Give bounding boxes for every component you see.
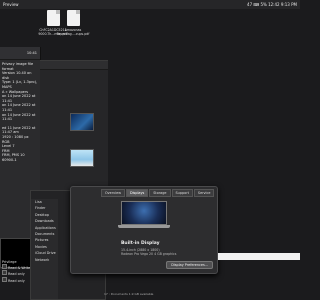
tab-overview[interactable]: Overview bbox=[101, 189, 125, 197]
checkbox[interactable] bbox=[2, 276, 7, 282]
info-window-titlebar[interactable]: 10:41 bbox=[0, 47, 40, 60]
tab-support[interactable]: Support bbox=[171, 189, 193, 197]
finder-sidebar: Lisa Finder Desktop Downloads Applicatio… bbox=[31, 199, 58, 299]
status-area: 47 ⌨ 5% 12:42 9:13 PM bbox=[247, 2, 297, 7]
permissions-list: Privilege Read & Write Read only Read on… bbox=[2, 260, 30, 283]
info-line: Type: 1 (Lv, 1.3pro), MAPS bbox=[2, 80, 38, 89]
sidebar-item[interactable]: Network bbox=[35, 257, 58, 263]
info-body: Privacy image file format Version 10.40 … bbox=[0, 60, 40, 162]
display-title: Built-in Display bbox=[121, 241, 160, 246]
menu-bar: Preview 47 ⌨ 5% 12:42 9:13 PM bbox=[0, 0, 300, 9]
sidebar-item[interactable]: iCloud Drive bbox=[35, 250, 58, 256]
finder-status-bar: 17 : Documents 1.9 GB available bbox=[104, 292, 154, 296]
wallpaper-thumbnail[interactable] bbox=[70, 113, 94, 131]
info-line: Privacy image file format bbox=[2, 62, 34, 71]
permission-label: Read only bbox=[8, 272, 25, 277]
wallpaper-thumbnail[interactable] bbox=[70, 149, 94, 167]
pdf-file-icon bbox=[66, 10, 80, 26]
macbook-icon bbox=[118, 201, 170, 228]
info-line: on 14 June 2022 at 11:41 bbox=[2, 103, 36, 112]
info-line: on 14 June 2022 at 11:41 bbox=[2, 112, 36, 122]
white-panel bbox=[218, 253, 300, 260]
background-window-header[interactable] bbox=[40, 61, 108, 70]
info-line: on 14 June 2022 at 11:41 bbox=[2, 94, 36, 103]
display-graphics: Radeon Pro Vega 20 4 GB graphics bbox=[121, 252, 177, 256]
checkbox[interactable] bbox=[2, 264, 7, 270]
tab-displays[interactable]: Displays bbox=[125, 189, 149, 197]
desktop-file-label: Amazonas Paperbag....cups.pdf bbox=[56, 28, 90, 36]
app-menu-title[interactable]: Preview bbox=[3, 2, 19, 7]
checkbox[interactable] bbox=[2, 270, 7, 276]
desktop-file-2[interactable]: Amazonas Paperbag....cups.pdf bbox=[56, 10, 90, 36]
display-preferences-button[interactable]: Display Preferences... bbox=[166, 261, 213, 269]
tab-storage[interactable]: Storage bbox=[149, 189, 171, 197]
permission-row[interactable]: Read only bbox=[2, 276, 30, 283]
permission-label: Read only bbox=[8, 278, 25, 283]
about-this-mac-window: Overview Displays Storage Support Servic… bbox=[70, 186, 218, 274]
status-items[interactable]: 47 ⌨ 5% 12:42 9:13 PM bbox=[247, 2, 297, 7]
info-line: ed 11 June 2022 at 11:47 am bbox=[2, 125, 36, 135]
about-tabs: Overview Displays Storage Support Servic… bbox=[101, 189, 215, 197]
tab-service[interactable]: Service bbox=[193, 189, 215, 197]
info-time: 10:41 bbox=[26, 51, 37, 55]
info-line: Version 10.40 on disk bbox=[2, 71, 32, 80]
info-line: FRM, PMS 10 60900-1 bbox=[2, 153, 25, 162]
